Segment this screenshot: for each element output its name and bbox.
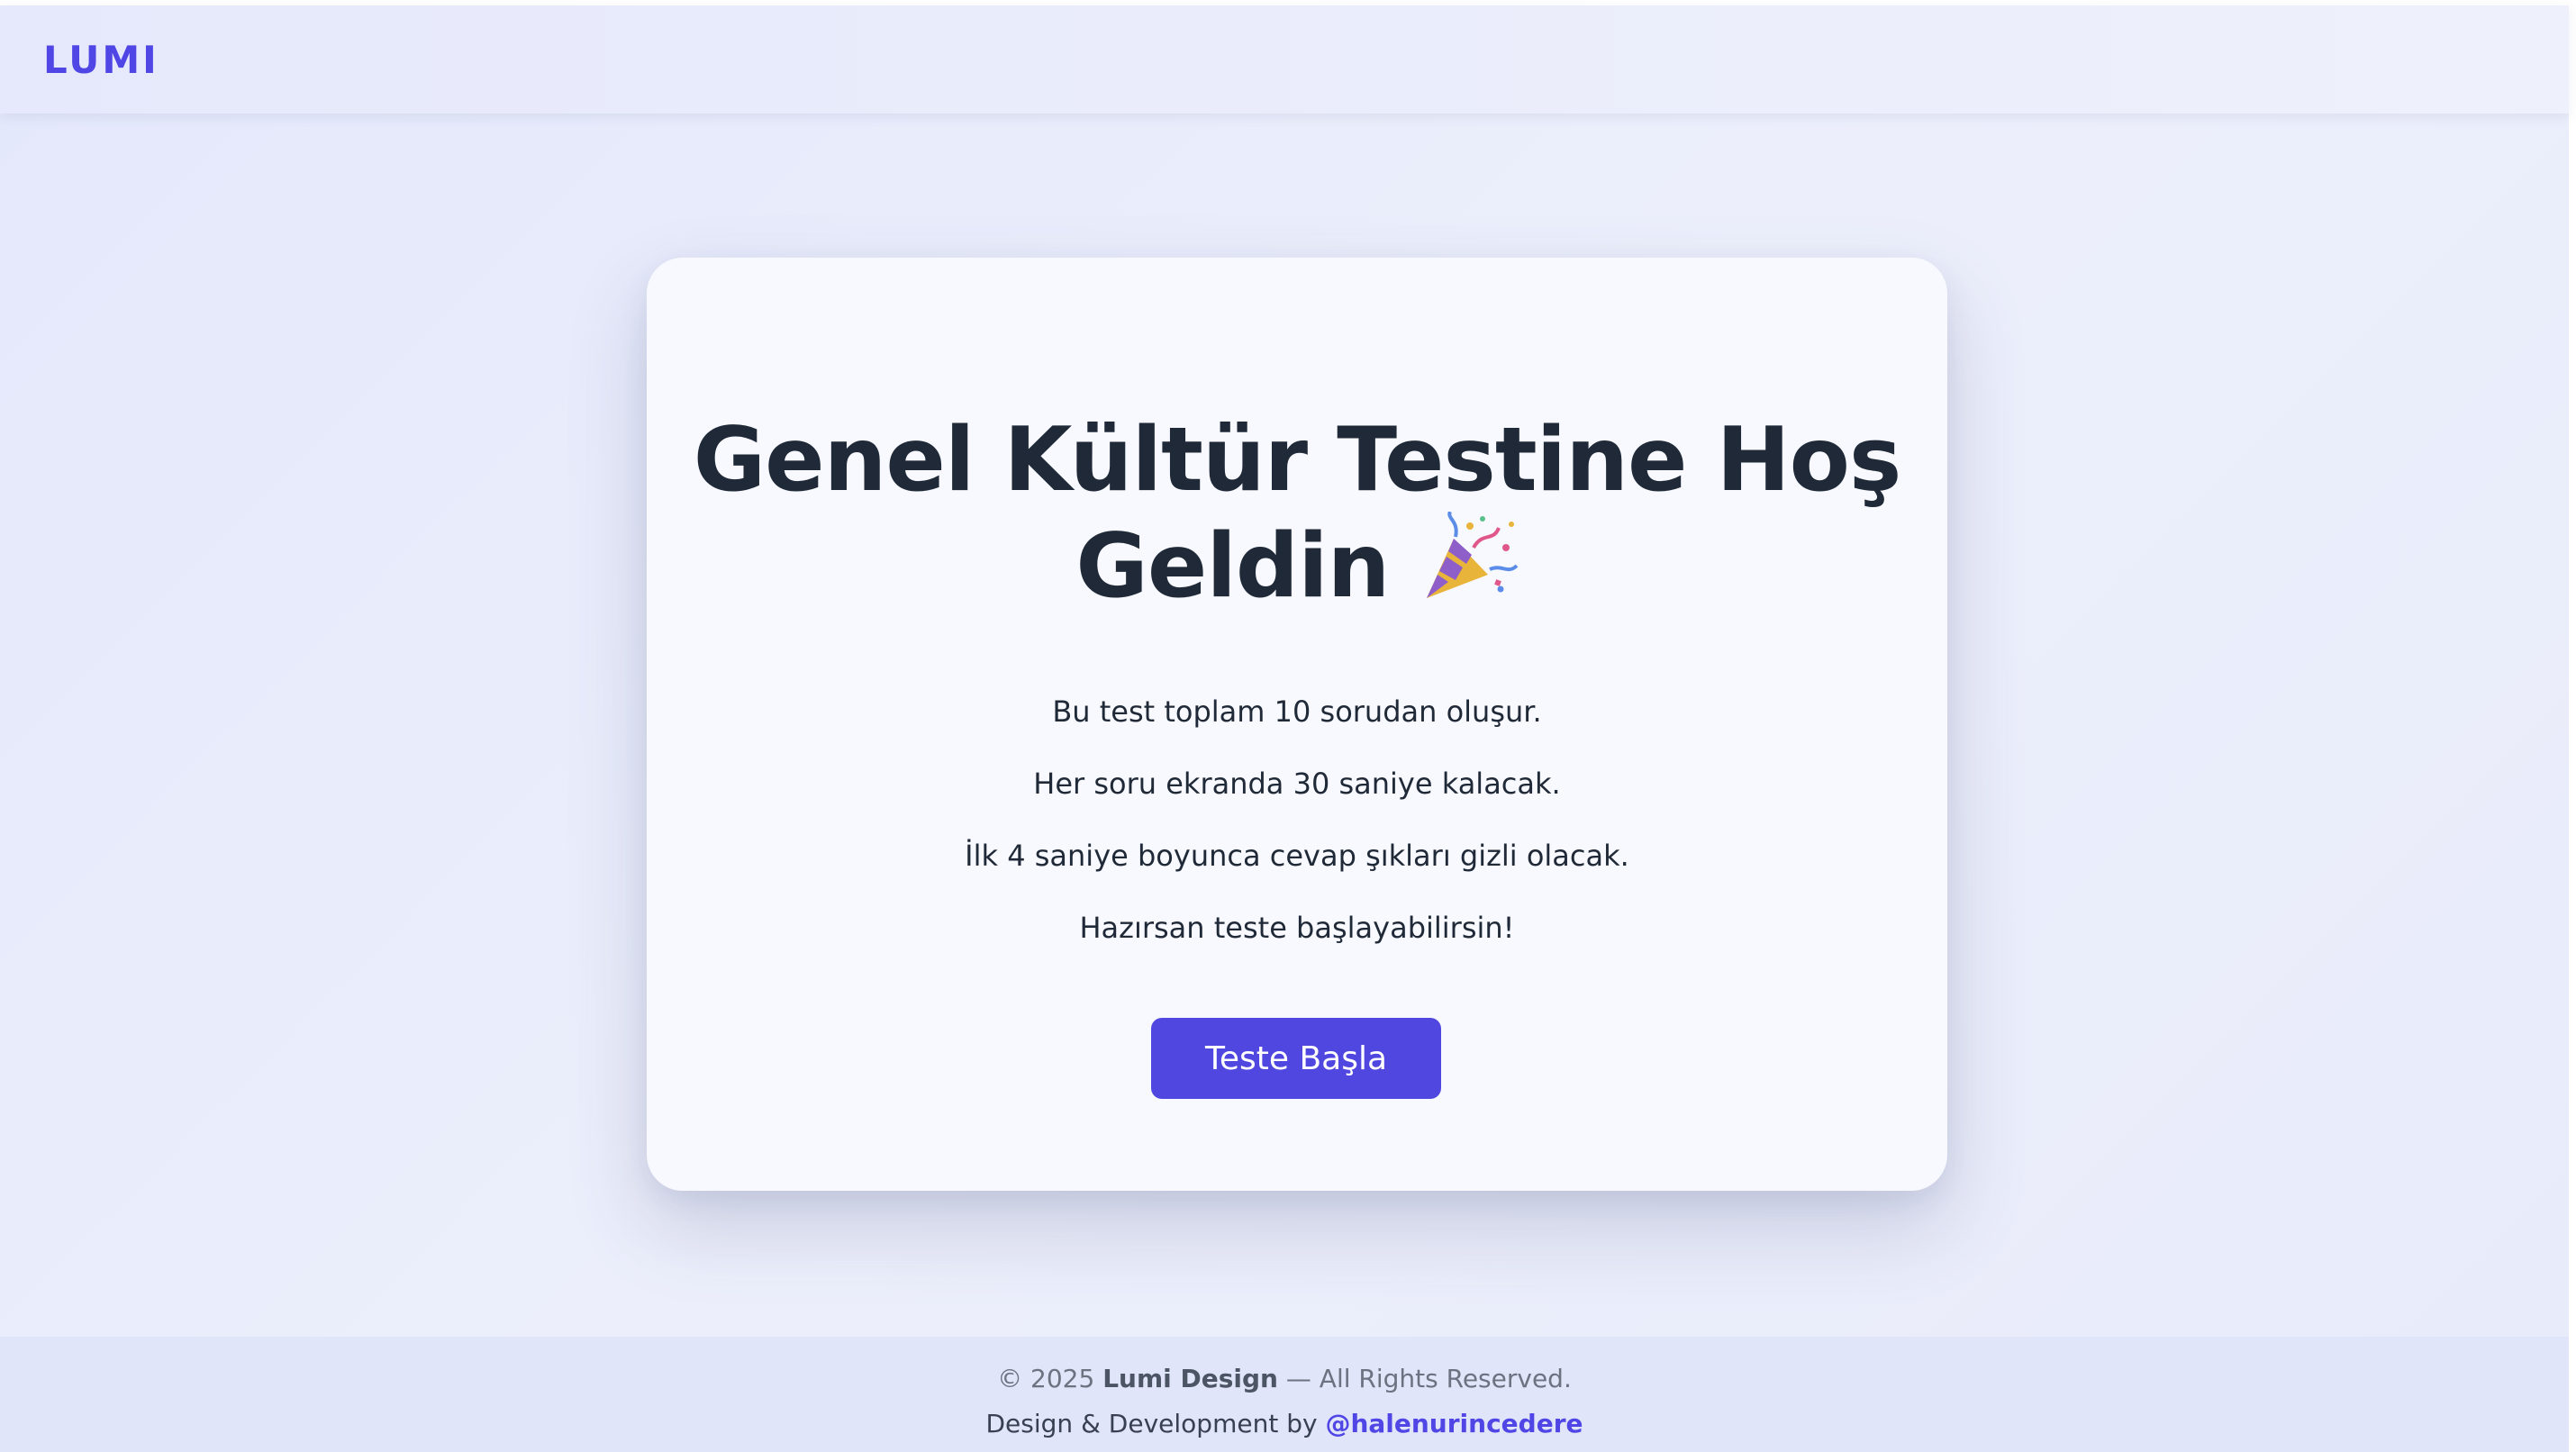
- footer: © 2025 Lumi Design — All Rights Reserved…: [0, 1337, 2569, 1452]
- brand-name: Lumi Design: [1102, 1364, 1278, 1393]
- party-popper-icon: [1426, 512, 1518, 598]
- info-line-question-count: Bu test toplam 10 sorudan oluşur.: [1052, 694, 1542, 729]
- start-test-button[interactable]: Teste Başla: [1151, 1018, 1441, 1099]
- window-right-edge: [2569, 0, 2576, 1452]
- author-link[interactable]: @halenurincedere: [1325, 1409, 1583, 1438]
- info-line-hidden-options: İlk 4 saniye boyunca cevap şıkları gizli…: [965, 839, 1629, 873]
- info-list: Bu test toplam 10 sorudan oluşur. Her so…: [647, 676, 1947, 964]
- credit-prefix: Design & Development by: [985, 1409, 1318, 1438]
- info-line-question-duration: Her soru ekranda 30 saniye kalacak.: [1033, 767, 1561, 801]
- title-line-1: Genel Kültür Testine Hoş: [693, 409, 1902, 512]
- info-line-ready: Hazırsan teste başlayabilirsin!: [1079, 911, 1515, 945]
- copyright-suffix: — All Rights Reserved.: [1285, 1364, 1572, 1393]
- navbar: LUMI: [0, 5, 2569, 113]
- title-line-2: Geldin: [1075, 515, 1390, 618]
- copyright: © 2025 Lumi Design — All Rights Reserved…: [0, 1364, 2569, 1393]
- credit: Design & Development by @halenurincedere: [0, 1409, 2569, 1438]
- logo[interactable]: LUMI: [43, 38, 159, 82]
- page-title: Genel Kültür Testine Hoş Geldin: [683, 409, 1911, 618]
- welcome-card: Genel Kültür Testine Hoş Geldin Bu test …: [647, 258, 1947, 1191]
- copyright-prefix: © 2025: [997, 1364, 1095, 1393]
